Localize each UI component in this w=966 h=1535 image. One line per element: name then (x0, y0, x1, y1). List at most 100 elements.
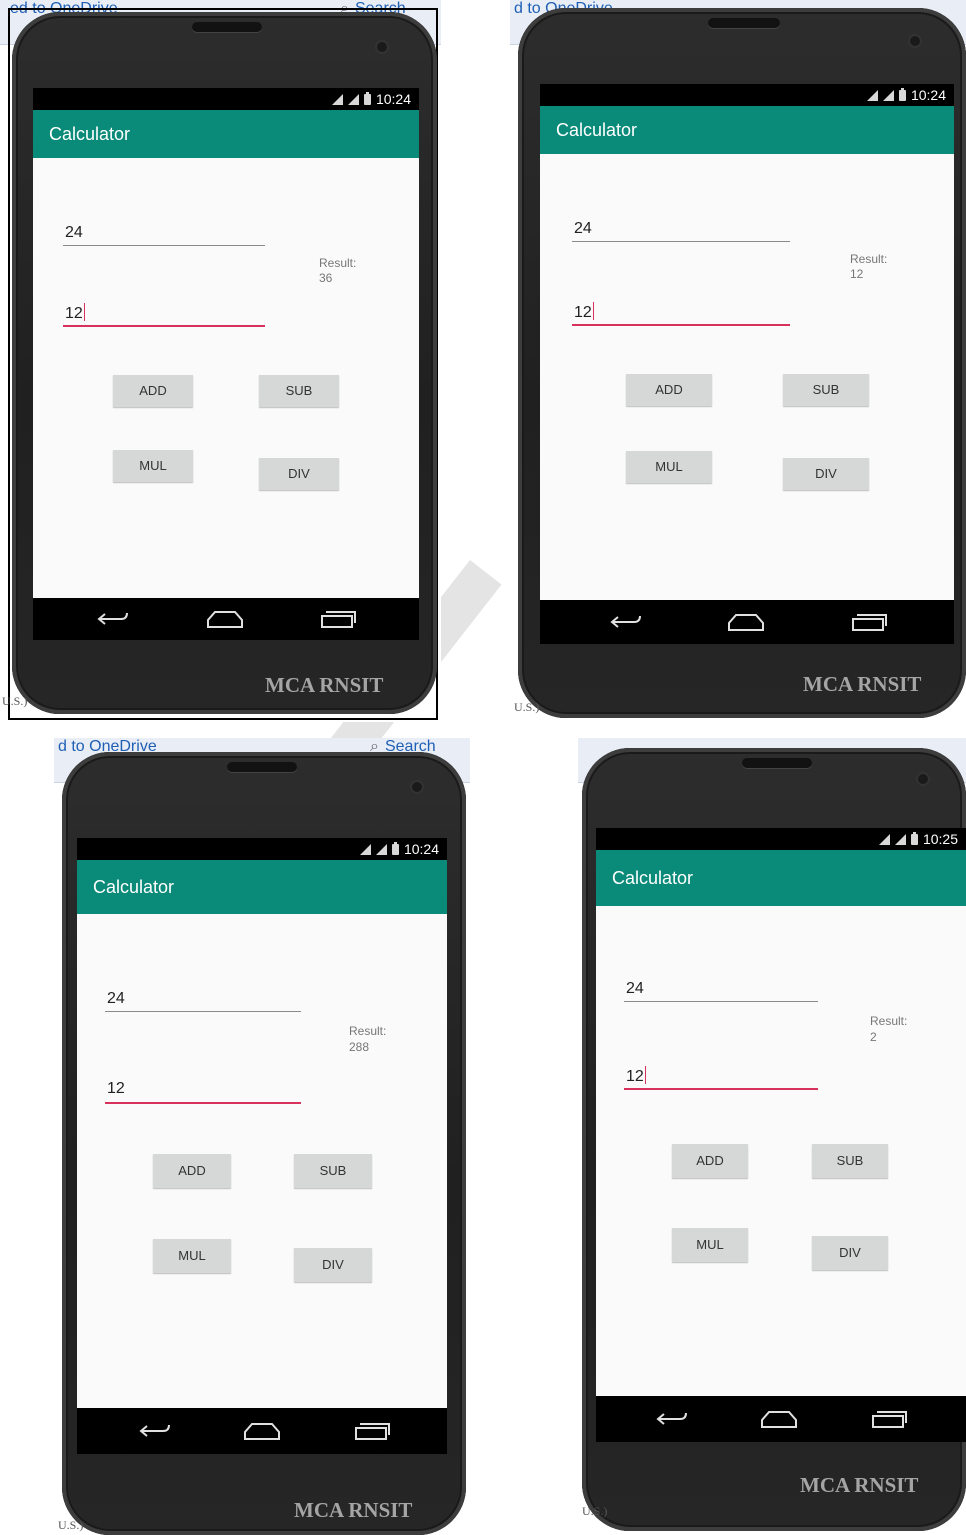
phone-earpiece (708, 18, 780, 28)
app-title: Calculator (612, 867, 694, 888)
navigation-bar (77, 1408, 447, 1454)
result-value: 12 (850, 267, 864, 281)
recent-apps-icon[interactable] (870, 1408, 908, 1430)
status-bar: 10:24 (540, 84, 954, 106)
sub-button[interactable]: SUB (783, 374, 869, 406)
phone-earpiece (192, 22, 262, 32)
navigation-bar (33, 598, 419, 640)
number1-input[interactable]: 24 (63, 224, 265, 246)
cell-signal-icon (347, 93, 359, 105)
div-button[interactable]: DIV (783, 458, 869, 490)
back-icon[interactable] (137, 1420, 173, 1442)
app-bar: Calculator (540, 106, 954, 154)
result-label: Result: (349, 1024, 387, 1038)
wifi-signal-icon (359, 843, 371, 855)
div-button[interactable]: DIV (294, 1248, 372, 1282)
app-bar: Calculator (33, 110, 419, 158)
phone-camera (412, 782, 422, 792)
app-content: 24 Result: 12 12 ADD SUB MUL DIV (540, 154, 954, 600)
app-content: 24 Result: 2 12 ADD SUB MUL DIV (596, 906, 966, 1396)
add-button[interactable]: ADD (672, 1144, 748, 1178)
status-time: 10:24 (403, 841, 439, 857)
sub-button[interactable]: SUB (812, 1144, 888, 1178)
recent-apps-icon[interactable] (319, 608, 357, 630)
status-bar: 10:25 (596, 828, 966, 850)
sub-button[interactable]: SUB (259, 375, 339, 407)
number2-input[interactable]: 12 (624, 1066, 818, 1090)
battery-icon (363, 91, 371, 105)
phone-body: 10:24 Calculator 24 Result: 12 12 ADD SU… (518, 8, 966, 718)
number1-input[interactable]: 24 (572, 220, 790, 242)
number1-input[interactable]: 24 (624, 980, 818, 1002)
watermark: MCA RNSIT (803, 672, 922, 696)
phone-camera (377, 42, 387, 52)
home-icon[interactable] (242, 1420, 282, 1442)
mul-button[interactable]: MUL (153, 1239, 231, 1273)
number2-input[interactable]: 12 (105, 1080, 301, 1104)
phone-earpiece (227, 762, 297, 772)
cell-signal-icon (375, 843, 387, 855)
add-button[interactable]: ADD (626, 374, 712, 406)
app-bar: Calculator (596, 850, 966, 906)
app-bar: Calculator (77, 860, 447, 914)
screenshot-panel-mul: d to OneDrive ⌕ Search 10:24 Calculator 2… (54, 738, 470, 1535)
home-icon[interactable] (759, 1408, 799, 1430)
cell-signal-icon (894, 833, 906, 845)
div-button[interactable]: DIV (259, 458, 339, 490)
status-time: 10:25 (922, 831, 958, 847)
home-icon[interactable] (726, 611, 766, 633)
back-icon[interactable] (608, 611, 644, 633)
app-title: Calculator (556, 119, 638, 140)
cell-signal-icon (882, 89, 894, 101)
screenshot-panel-sub: d to OneDrive 10:24 Calculator 24 Result… (510, 0, 966, 722)
background-footer-text: U.S.) (58, 1518, 84, 1532)
app-title: Calculator (49, 123, 131, 144)
result-label: Result: (850, 252, 888, 266)
status-time: 10:24 (375, 91, 411, 107)
phone-body: 10:25 Calculator 24 Result: 2 12 ADD SUB… (582, 748, 966, 1531)
status-bar: 10:24 (33, 88, 419, 110)
result-value: 36 (319, 271, 333, 285)
mul-button[interactable]: MUL (672, 1228, 748, 1262)
recent-apps-icon[interactable] (850, 611, 888, 633)
home-icon[interactable] (205, 608, 245, 630)
battery-icon (910, 831, 918, 845)
mul-button[interactable]: MUL (113, 450, 193, 482)
text-cursor (83, 303, 85, 321)
background-footer-text: U.S.) (514, 700, 540, 714)
number1-input[interactable]: 24 (105, 990, 301, 1012)
watermark: MCA RNSIT (294, 1498, 413, 1522)
wifi-signal-icon (878, 833, 890, 845)
phone-camera (918, 774, 928, 784)
status-time: 10:24 (910, 87, 946, 103)
wifi-signal-icon (866, 89, 878, 101)
recent-apps-icon[interactable] (353, 1420, 391, 1442)
sub-button[interactable]: SUB (294, 1154, 372, 1188)
phone-earpiece (742, 758, 812, 768)
navigation-bar (540, 600, 954, 644)
navigation-bar (596, 1396, 966, 1442)
watermark: MCA RNSIT (800, 1473, 919, 1497)
back-icon[interactable] (95, 608, 131, 630)
wifi-signal-icon (331, 93, 343, 105)
phone-body: 10:24 Calculator 24 Result: 36 12 ADD SU… (12, 12, 437, 714)
back-icon[interactable] (654, 1408, 690, 1430)
app-content: 24 Result: 36 12 ADD SUB MUL DIV (33, 158, 419, 598)
app-content: 24 Result: 288 12 ADD SUB MUL DIV (77, 914, 447, 1408)
result-value: 288 (349, 1040, 370, 1054)
number2-input[interactable]: 12 (63, 303, 265, 327)
add-button[interactable]: ADD (113, 375, 193, 407)
screenshot-panel-div: 10:25 Calculator 24 Result: 2 12 ADD SUB… (578, 738, 966, 1535)
background-footer-text: U.S.) (582, 1504, 608, 1518)
battery-icon (391, 841, 399, 855)
add-button[interactable]: ADD (153, 1154, 231, 1188)
result-value: 2 (870, 1030, 877, 1044)
mul-button[interactable]: MUL (626, 451, 712, 483)
background-footer-text: U.S.) (2, 694, 28, 708)
battery-icon (898, 87, 906, 101)
number2-input[interactable]: 12 (572, 302, 790, 326)
div-button[interactable]: DIV (812, 1236, 888, 1270)
result-label: Result: (870, 1014, 908, 1028)
screenshot-panel-add: ed to OneDrive ⌕ Search 10:24 Calculator … (0, 0, 441, 722)
status-bar: 10:24 (77, 838, 447, 860)
